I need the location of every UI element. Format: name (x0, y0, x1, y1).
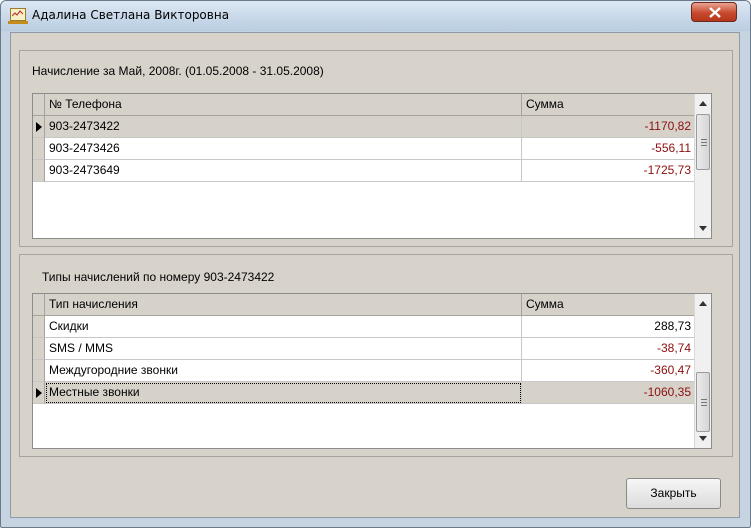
column-header-phone[interactable]: № Телефона (45, 94, 522, 116)
types-panel: Типы начислений по номеру 903-2473422 Ти… (19, 254, 733, 457)
sum-cell[interactable]: -38,74 (522, 338, 696, 360)
charges-caption: Начисление за Май, 2008г. (01.05.2008 - … (32, 64, 324, 78)
app-icon-base (8, 21, 28, 24)
row-indicator (33, 382, 45, 404)
table-row[interactable]: Междугородние звонки -360,47 (33, 360, 711, 382)
row-indicator (33, 116, 45, 138)
table-row[interactable]: 903-2473426 -556,11 (33, 138, 711, 160)
header-indicator-cell (33, 294, 45, 316)
table-row[interactable]: Местные звонки -1060,35 (33, 382, 711, 404)
arrow-up-icon[interactable] (699, 301, 707, 306)
table-row[interactable]: 903-2473649 -1725,73 (33, 160, 711, 182)
sum-cell[interactable]: -360,47 (522, 360, 696, 382)
type-cell[interactable]: Скидки (45, 316, 522, 338)
row-indicator (33, 138, 45, 160)
row-indicator (33, 360, 45, 382)
type-cell[interactable]: Местные звонки (45, 382, 522, 404)
triangle-right-icon (36, 388, 42, 398)
row-indicator (33, 316, 45, 338)
phones-grid[interactable]: № Телефона Сумма 903-2473422 -1170,82 90… (32, 93, 712, 239)
grid-header: № Телефона Сумма (33, 94, 711, 116)
types-grid[interactable]: Тип начисления Сумма Скидки 288,73 SMS /… (32, 293, 712, 449)
phone-cell[interactable]: 903-2473649 (45, 160, 522, 182)
vertical-scrollbar[interactable] (694, 94, 711, 238)
phone-cell[interactable]: 903-2473422 (45, 116, 522, 138)
triangle-right-icon (36, 122, 42, 132)
column-header-sum[interactable]: Сумма (522, 294, 696, 316)
sum-cell[interactable]: 288,73 (522, 316, 696, 338)
arrow-down-icon[interactable] (699, 226, 707, 231)
phone-cell[interactable]: 903-2473426 (45, 138, 522, 160)
sum-cell[interactable]: -556,11 (522, 138, 696, 160)
arrow-down-icon[interactable] (699, 436, 707, 441)
table-row[interactable]: 903-2473422 -1170,82 (33, 116, 711, 138)
type-cell[interactable]: SMS / MMS (45, 338, 522, 360)
arrow-up-icon[interactable] (699, 101, 707, 106)
column-header-type[interactable]: Тип начисления (45, 294, 522, 316)
table-row[interactable]: SMS / MMS -38,74 (33, 338, 711, 360)
app-window-icon (10, 8, 26, 21)
type-cell[interactable]: Междугородние звонки (45, 360, 522, 382)
table-row[interactable]: Скидки 288,73 (33, 316, 711, 338)
scrollbar-thumb[interactable] (696, 114, 710, 170)
sum-cell[interactable]: -1725,73 (522, 160, 696, 182)
grid-header: Тип начисления Сумма (33, 294, 711, 316)
vertical-scrollbar[interactable] (694, 294, 711, 448)
close-icon (709, 7, 721, 18)
window-title: Адалина Светлана Викторовна (32, 8, 230, 22)
sum-cell[interactable]: -1170,82 (522, 116, 696, 138)
sum-cell[interactable]: -1060,35 (522, 382, 696, 404)
row-indicator (33, 160, 45, 182)
header-indicator-cell (33, 94, 45, 116)
scrollbar-thumb[interactable] (696, 372, 710, 432)
window-close-button[interactable] (691, 2, 737, 22)
row-indicator (33, 338, 45, 360)
close-button[interactable]: Закрыть (626, 478, 721, 509)
charges-panel: Начисление за Май, 2008г. (01.05.2008 - … (19, 50, 733, 247)
title-bar[interactable]: Адалина Светлана Викторовна (1, 1, 750, 31)
types-caption: Типы начислений по номеру 903-2473422 (42, 270, 275, 284)
column-header-sum[interactable]: Сумма (522, 94, 696, 116)
